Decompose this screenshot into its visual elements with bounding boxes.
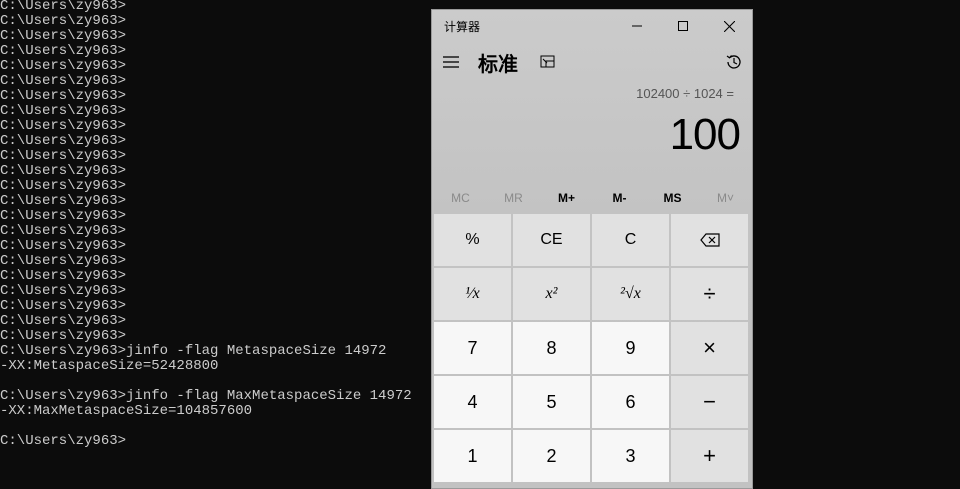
title-bar[interactable]: 计算器 xyxy=(432,10,752,42)
terminal-line: C:\Users\zy963>jinfo -flag MetaspaceSize… xyxy=(0,343,387,359)
keep-on-top-icon[interactable] xyxy=(540,54,556,70)
add-key[interactable]: + xyxy=(671,430,748,482)
memory-row: MC MR M+ M- MS M˅ xyxy=(432,186,752,210)
digit-1-key[interactable]: 1 xyxy=(434,430,511,482)
terminal-line: C:\Users\zy963> xyxy=(0,283,127,299)
terminal-line: C:\Users\zy963>jinfo -flag MaxMetaspaceS… xyxy=(0,388,412,404)
terminal-line: C:\Users\zy963> xyxy=(0,223,127,239)
expression-display: 102400 ÷ 1024 = xyxy=(636,86,734,101)
terminal-line: C:\Users\zy963> xyxy=(0,88,127,104)
digit-3-key[interactable]: 3 xyxy=(592,430,669,482)
terminal-line: C:\Users\zy963> xyxy=(0,0,127,14)
terminal-line: C:\Users\zy963> xyxy=(0,433,127,449)
history-icon[interactable] xyxy=(725,53,743,71)
memory-subtract-button[interactable]: M- xyxy=(593,186,646,210)
subtract-key[interactable]: − xyxy=(671,376,748,428)
memory-list-button[interactable]: M˅ xyxy=(699,186,752,210)
clear-key[interactable]: C xyxy=(592,214,669,266)
terminal-line: C:\Users\zy963> xyxy=(0,253,127,269)
percent-key[interactable]: % xyxy=(434,214,511,266)
terminal-line: C:\Users\zy963> xyxy=(0,43,127,59)
memory-store-button[interactable]: MS xyxy=(646,186,699,210)
terminal-line: -XX:MetaspaceSize=52428800 xyxy=(0,358,219,374)
digit-8-key[interactable]: 8 xyxy=(513,322,590,374)
reciprocal-key[interactable]: ¹⁄x xyxy=(434,268,511,320)
memory-recall-button[interactable]: MR xyxy=(487,186,540,210)
terminal-line: C:\Users\zy963> xyxy=(0,28,127,44)
terminal-line: C:\Users\zy963> xyxy=(0,328,127,344)
result-display: 100 xyxy=(669,110,741,159)
minimize-icon xyxy=(632,25,642,27)
terminal-line: C:\Users\zy963> xyxy=(0,13,127,29)
digit-6-key[interactable]: 6 xyxy=(592,376,669,428)
terminal-line: C:\Users\zy963> xyxy=(0,103,127,119)
terminal-window[interactable]: C:\Users\zy963> C:\Users\zy963> C:\Users\z… xyxy=(0,0,430,480)
terminal-line: C:\Users\zy963> xyxy=(0,148,127,164)
terminal-line: C:\Users\zy963> xyxy=(0,73,127,89)
square-key[interactable]: x² xyxy=(513,268,590,320)
close-button[interactable] xyxy=(706,10,752,42)
multiply-key[interactable]: × xyxy=(671,322,748,374)
digit-4-key[interactable]: 4 xyxy=(434,376,511,428)
terminal-line: C:\Users\zy963> xyxy=(0,178,127,194)
terminal-line: C:\Users\zy963> xyxy=(0,313,127,329)
terminal-line: C:\Users\zy963> xyxy=(0,118,127,134)
terminal-line: C:\Users\zy963> xyxy=(0,163,127,179)
clear-entry-key[interactable]: CE xyxy=(513,214,590,266)
square-root-key[interactable]: ²√x xyxy=(592,268,669,320)
terminal-line: C:\Users\zy963> xyxy=(0,133,127,149)
digit-9-key[interactable]: 9 xyxy=(592,322,669,374)
window-title: 计算器 xyxy=(444,20,481,34)
digit-2-key[interactable]: 2 xyxy=(513,430,590,482)
terminal-line: C:\Users\zy963> xyxy=(0,208,127,224)
backspace-key[interactable] xyxy=(671,214,748,266)
calculator-window: 计算器 标准 102400 ÷ 1024 = 100 MC MR M+ M- M… xyxy=(431,9,753,489)
maximize-icon xyxy=(678,21,688,31)
mode-title: 标准 xyxy=(478,54,518,76)
terminal-line: C:\Users\zy963> xyxy=(0,193,127,209)
divide-key[interactable]: ÷ xyxy=(671,268,748,320)
digit-7-key[interactable]: 7 xyxy=(434,322,511,374)
close-icon xyxy=(723,20,735,32)
minimize-button[interactable] xyxy=(614,10,660,42)
terminal-line: -XX:MaxMetaspaceSize=104857600 xyxy=(0,403,253,419)
terminal-line: C:\Users\zy963> xyxy=(0,58,127,74)
terminal-line: C:\Users\zy963> xyxy=(0,238,127,254)
maximize-button[interactable] xyxy=(660,10,706,42)
digit-5-key[interactable]: 5 xyxy=(513,376,590,428)
memory-clear-button[interactable]: MC xyxy=(434,186,487,210)
terminal-line: C:\Users\zy963> xyxy=(0,298,127,314)
backspace-icon xyxy=(699,233,720,247)
memory-add-button[interactable]: M+ xyxy=(540,186,593,210)
hamburger-menu-icon[interactable] xyxy=(442,53,460,71)
terminal-line: C:\Users\zy963> xyxy=(0,268,127,284)
